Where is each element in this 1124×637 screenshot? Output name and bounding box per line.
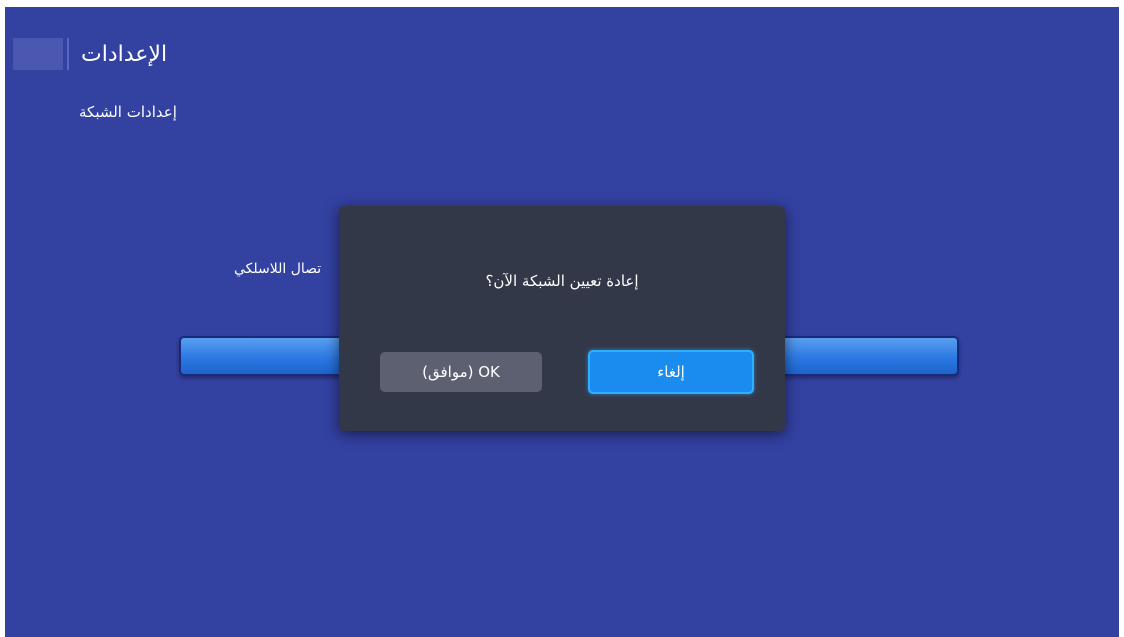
section-subtitle: إعدادات الشبكة: [79, 103, 177, 121]
settings-screen: الإعدادات إعدادات الشبكة تصال اللاسلكي إ…: [5, 7, 1119, 637]
dialog-message: إعادة تعيين الشبكة الآن؟: [485, 272, 639, 290]
logo-placeholder: [13, 38, 63, 70]
header-divider: [67, 38, 69, 70]
reset-network-dialog: إعادة تعيين الشبكة الآن؟ OK (موافق) إلغا…: [339, 206, 785, 431]
header: الإعدادات: [13, 35, 167, 73]
wireless-connection-label: تصال اللاسلكي: [234, 261, 322, 277]
page-title: الإعدادات: [81, 41, 168, 67]
ok-button[interactable]: OK (موافق): [380, 352, 542, 392]
cancel-button[interactable]: إلغاء: [588, 350, 754, 394]
